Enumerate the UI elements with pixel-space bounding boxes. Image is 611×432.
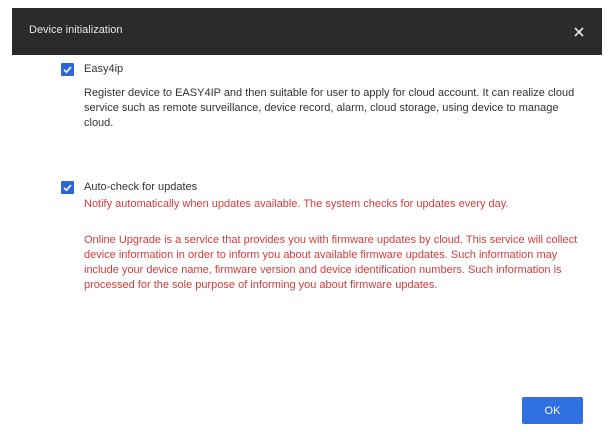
easy4ip-label: Easy4ip bbox=[84, 63, 124, 75]
online-upgrade-info: Online Upgrade is a service that provide… bbox=[84, 234, 578, 291]
checkmark-icon bbox=[63, 66, 72, 74]
ok-button[interactable]: OK bbox=[522, 397, 583, 424]
close-button[interactable] bbox=[568, 21, 590, 43]
checkmark-icon bbox=[63, 184, 72, 192]
auto-check-updates-checkbox[interactable] bbox=[61, 181, 74, 194]
close-icon bbox=[574, 27, 584, 37]
easy4ip-description: Register device to EASY4IP and then suit… bbox=[84, 87, 575, 129]
dialog-title: Device initialization bbox=[29, 24, 123, 36]
easy4ip-checkbox[interactable] bbox=[61, 63, 74, 76]
auto-check-updates-label: Auto-check for updates bbox=[84, 181, 198, 193]
dialog-titlebar: Device initialization bbox=[12, 8, 602, 55]
auto-check-updates-notice: Notify automatically when updates availa… bbox=[84, 198, 509, 210]
device-initialization-dialog: Device initialization Easy4ip Register d… bbox=[0, 0, 611, 432]
